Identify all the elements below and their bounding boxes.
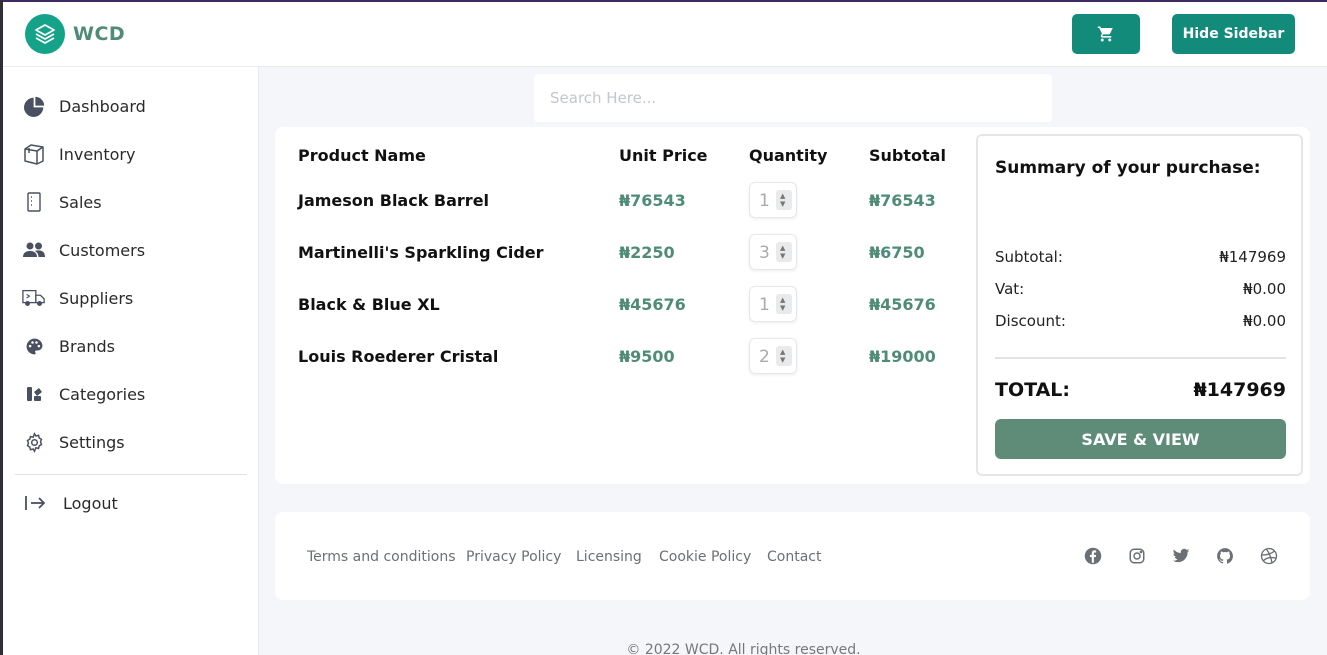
truck-icon [22, 286, 46, 310]
sidebar-item-label: Dashboard [59, 96, 146, 116]
brand-name[interactable]: WCD [73, 23, 125, 45]
hide-sidebar-button[interactable]: Hide Sidebar [1172, 14, 1295, 54]
summary-subtotal-value: ₦147969 [1219, 248, 1286, 266]
summary-total-label: TOTAL: [995, 379, 1071, 401]
unit-price: ₦2250 [619, 243, 675, 262]
twitter-icon[interactable] [1172, 547, 1190, 565]
column-header-product: Product Name [298, 146, 426, 165]
cart-button[interactable] [1072, 14, 1140, 54]
summary-subtotal-row: Subtotal: ₦147969 [995, 248, 1286, 266]
summary-divider [995, 357, 1286, 359]
sidebar-item-brands[interactable]: Brands [3, 326, 258, 366]
quantity-value: 1 [759, 191, 770, 211]
logout-icon [23, 491, 47, 515]
top-header: WCD Hide Sidebar [3, 2, 1327, 67]
instagram-icon[interactable] [1128, 547, 1146, 565]
column-header-unit-price: Unit Price [619, 146, 708, 165]
copyright-text: © 2022 WCD. All rights reserved. [626, 642, 861, 655]
spinner-icon[interactable]: ▲ ▼ [776, 190, 792, 210]
row-subtotal: ₦6750 [869, 243, 925, 262]
product-name: Black & Blue XL [298, 295, 440, 314]
gear-icon [22, 430, 46, 454]
column-header-subtotal: Subtotal [869, 146, 946, 165]
sidebar-item-settings[interactable]: Settings [3, 422, 258, 462]
sidebar-item-label: Customers [59, 240, 146, 260]
sidebar-item-label: Inventory [59, 144, 136, 164]
sidebar-item-inventory[interactable]: Inventory [3, 134, 258, 174]
row-subtotal: ₦76543 [869, 191, 936, 210]
summary-vat-value: ₦0.00 [1243, 280, 1286, 298]
pie-chart-icon [22, 94, 46, 118]
purchase-summary: Summary of your purchase: Subtotal: ₦147… [976, 134, 1303, 476]
shapes-icon [22, 382, 46, 406]
footer-link-contact[interactable]: Contact [767, 549, 821, 565]
footer-link-terms[interactable]: Terms and conditions [307, 549, 456, 565]
sidebar-divider [15, 474, 247, 475]
product-name: Jameson Black Barrel [298, 191, 490, 210]
sidebar-item-label: Brands [59, 336, 115, 356]
summary-subtotal-label: Subtotal: [995, 248, 1063, 266]
users-icon [22, 238, 46, 262]
sidebar-item-sales[interactable]: Sales [3, 182, 258, 222]
footer-link-privacy[interactable]: Privacy Policy [466, 549, 561, 565]
quantity-value: 1 [759, 295, 770, 315]
sidebar-item-label: Settings [59, 432, 125, 452]
sidebar-item-dashboard[interactable]: Dashboard [3, 86, 258, 126]
summary-vat-row: Vat: ₦0.00 [995, 280, 1286, 298]
github-icon[interactable] [1216, 547, 1234, 565]
sidebar-item-categories[interactable]: Categories [3, 374, 258, 414]
copyright: © 2022 WCD. All rights reserved. [0, 642, 1327, 655]
summary-total-value: ₦147969 [1193, 379, 1286, 401]
summary-discount-value: ₦0.00 [1243, 312, 1286, 330]
sidebar-item-logout[interactable]: Logout [3, 483, 258, 523]
product-name: Louis Roederer Cristal [298, 347, 499, 366]
quantity-stepper[interactable]: 2 ▲ ▼ [749, 338, 797, 374]
receipt-icon [22, 190, 46, 214]
logo-icon[interactable] [25, 14, 65, 54]
box-icon [22, 142, 46, 166]
sidebar-item-label: Categories [59, 384, 146, 404]
row-subtotal: ₦19000 [869, 347, 936, 366]
cart-icon [1097, 26, 1113, 42]
sidebar-item-label: Sales [59, 192, 102, 212]
spinner-icon[interactable]: ▲ ▼ [776, 346, 792, 366]
footer: Terms and conditions Privacy Policy Lice… [275, 512, 1310, 600]
quantity-stepper[interactable]: 1 ▲ ▼ [749, 286, 797, 322]
product-name: Martinelli's Sparkling Cider [298, 243, 544, 262]
unit-price: ₦9500 [619, 347, 675, 366]
search-box [534, 74, 1052, 122]
summary-discount-row: Discount: ₦0.00 [995, 312, 1286, 330]
summary-total-row: TOTAL: ₦147969 [995, 379, 1286, 401]
summary-discount-label: Discount: [995, 312, 1066, 330]
quantity-stepper[interactable]: 1 ▲ ▼ [749, 182, 797, 218]
sidebar: Dashboard Inventory Sales Customers Supp… [3, 67, 259, 655]
spinner-icon[interactable]: ▲ ▼ [776, 294, 792, 314]
summary-vat-label: Vat: [995, 280, 1025, 298]
quantity-stepper[interactable]: 3 ▲ ▼ [749, 234, 797, 270]
sidebar-item-label: Suppliers [59, 288, 134, 308]
spinner-icon[interactable]: ▲ ▼ [776, 242, 792, 262]
logout-label: Logout [63, 493, 118, 513]
footer-link-licensing[interactable]: Licensing [576, 549, 642, 565]
footer-link-cookie[interactable]: Cookie Policy [659, 549, 751, 565]
unit-price: ₦45676 [619, 295, 686, 314]
unit-price: ₦76543 [619, 191, 686, 210]
save-and-view-button[interactable]: SAVE & VIEW [995, 419, 1286, 459]
sidebar-item-customers[interactable]: Customers [3, 230, 258, 270]
quantity-value: 3 [759, 243, 770, 263]
row-subtotal: ₦45676 [869, 295, 936, 314]
summary-title: Summary of your purchase: [995, 158, 1261, 178]
palette-icon [22, 334, 46, 358]
dribbble-icon[interactable] [1260, 547, 1278, 565]
search-input[interactable] [534, 74, 1052, 122]
facebook-icon[interactable] [1084, 547, 1102, 565]
column-header-quantity: Quantity [749, 146, 828, 165]
sidebar-item-suppliers[interactable]: Suppliers [3, 278, 258, 318]
quantity-value: 2 [759, 347, 770, 367]
